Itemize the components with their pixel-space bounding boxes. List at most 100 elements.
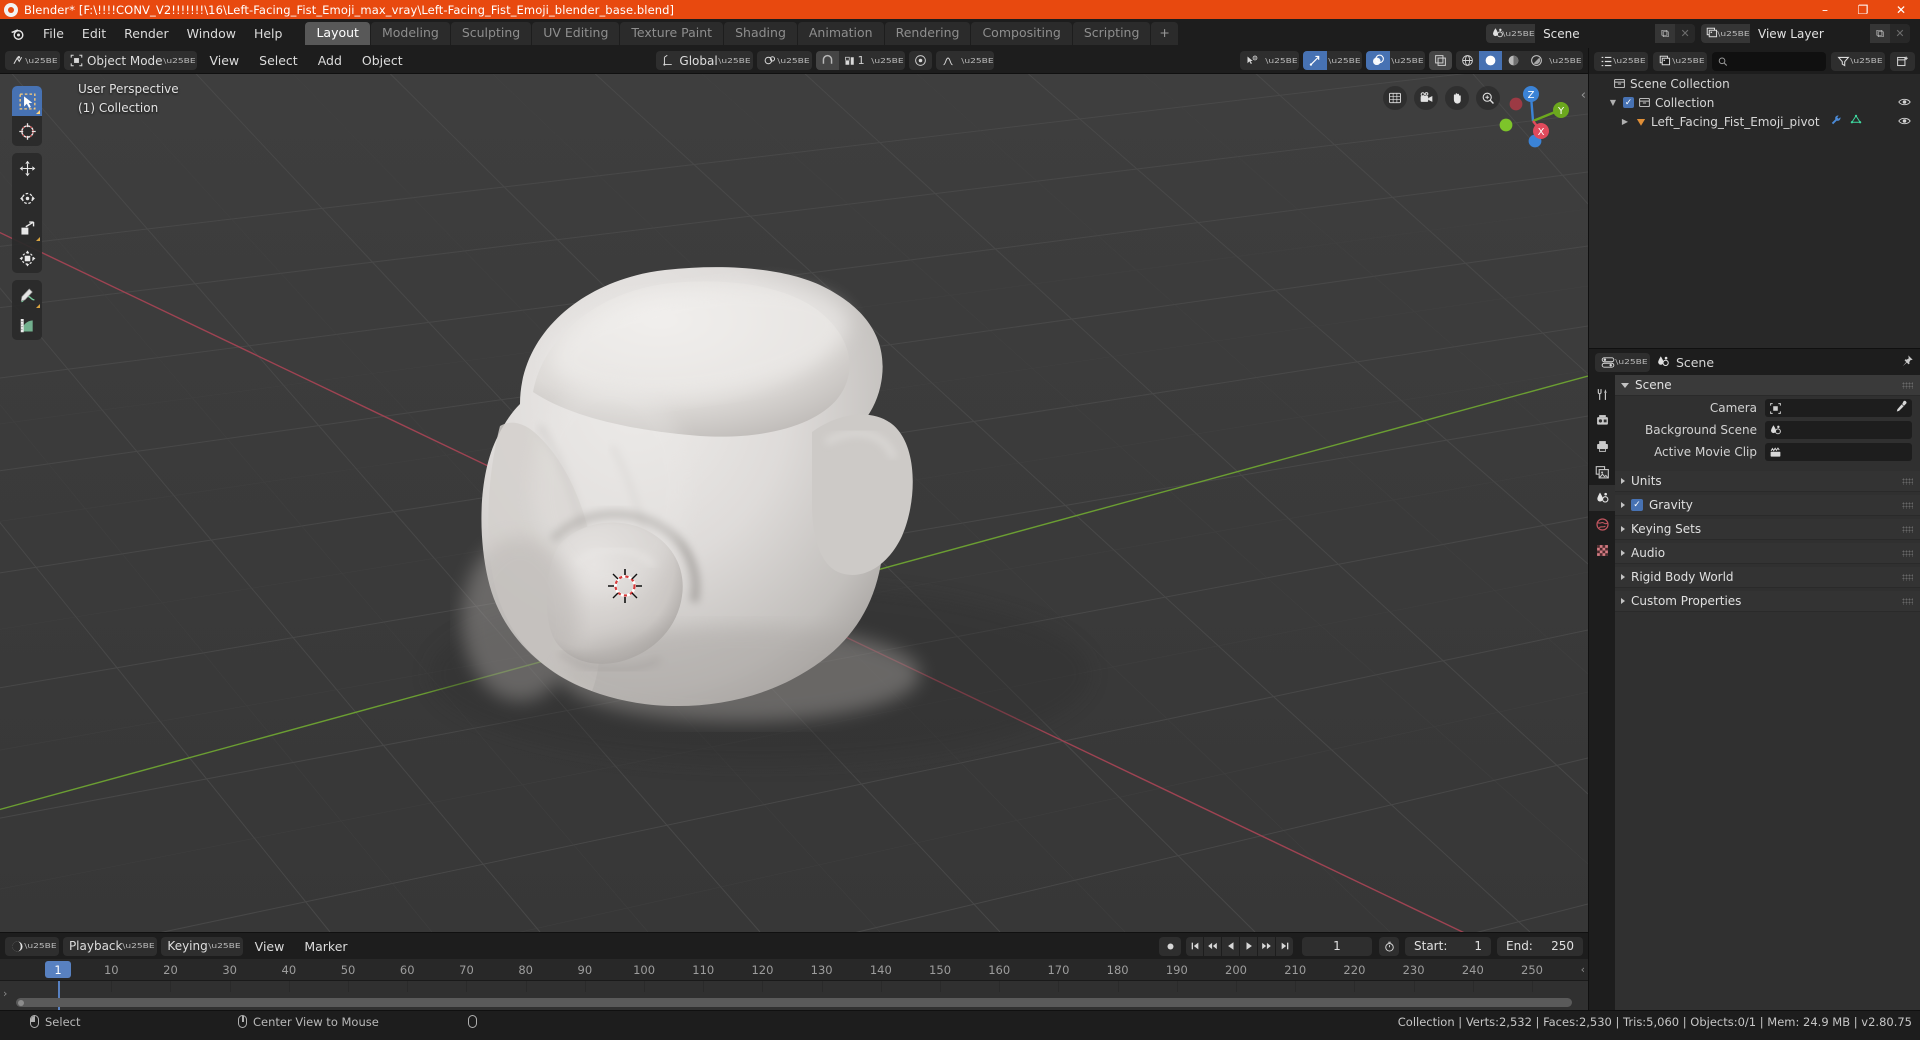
jump-to-start-button[interactable] (1186, 936, 1203, 956)
collection-checkbox[interactable]: ✓ (1623, 97, 1634, 108)
scene-panel-header[interactable]: Scene (1615, 375, 1920, 396)
object-visibility-toggle[interactable] (1898, 115, 1911, 129)
rigid-body-world-section-header[interactable]: Rigid Body World (1615, 567, 1920, 588)
tab-animation[interactable]: Animation (797, 22, 884, 45)
disclosure-triangle-open-icon[interactable]: ▼ (1607, 98, 1619, 107)
viewport-menu-view[interactable]: View (201, 50, 247, 71)
snap-dropdown-button[interactable]: \u25BE (870, 51, 905, 70)
outliner-row-scene-collection[interactable]: Scene Collection (1589, 74, 1920, 93)
viewport-menu-select[interactable]: Select (251, 50, 306, 71)
timeline-left-arrow-icon[interactable]: › (3, 987, 7, 1000)
panel-drag-grip[interactable] (1902, 478, 1913, 485)
show-gizmo-button[interactable] (1303, 51, 1328, 70)
outliner-editor-type-button[interactable]: \u25BE (1594, 51, 1648, 71)
material-preview-button[interactable] (1502, 51, 1525, 70)
timeline-body[interactable]: › ‹ (0, 963, 1588, 1010)
transform-orientation-selector[interactable]: Global \u25BE (656, 51, 753, 70)
jump-to-end-button[interactable] (1276, 936, 1293, 956)
maximize-button[interactable]: ❐ (1844, 0, 1882, 19)
unlink-scene-button[interactable]: ✕ (1675, 24, 1696, 43)
timeline-menu-marker[interactable]: Marker (296, 936, 355, 957)
editor-type-button[interactable]: \u25BE (5, 51, 60, 70)
timeline-right-arrow-icon[interactable]: ‹ (1581, 963, 1585, 976)
jump-to-next-keyframe-button[interactable] (1258, 936, 1275, 956)
close-button[interactable]: ✕ (1882, 0, 1920, 19)
outliner-filter-button[interactable]: \u25BE (1831, 51, 1885, 71)
timeline-editor-type-button[interactable]: \u25BE (5, 936, 59, 956)
scrollbar-handle[interactable] (18, 999, 24, 1006)
frame-start-field[interactable]: Start: 1 (1405, 936, 1491, 956)
collection-visibility-toggle[interactable] (1898, 96, 1911, 110)
pivot-point-selector[interactable]: \u25BE (756, 51, 812, 70)
panel-drag-grip[interactable] (1902, 598, 1913, 605)
background-scene-field[interactable] (1765, 421, 1912, 439)
timeline-menu-playback[interactable]: Playback \u25BE (62, 936, 158, 956)
menu-help[interactable]: Help (245, 23, 292, 44)
tab-texture-paint[interactable]: Texture Paint (620, 22, 724, 45)
outliner-row-object[interactable]: ▶ Left_Facing_Fist_Emoji_pivot (1589, 112, 1920, 131)
menu-edit[interactable]: Edit (73, 23, 115, 44)
rotate-tool[interactable] (12, 183, 42, 213)
scene-icon-button[interactable]: \u25BE (1486, 24, 1536, 43)
gizmo-dropdown-button[interactable]: \u25BE (1327, 51, 1362, 70)
view-layer-tab[interactable] (1589, 459, 1615, 485)
play-button[interactable] (1240, 936, 1257, 956)
sidebar-collapse-arrow-icon[interactable]: ‹ (1581, 88, 1586, 103)
outliner-display-mode-button[interactable]: \u25BE (1652, 51, 1707, 71)
camera-view-icon[interactable] (1414, 86, 1438, 110)
proportional-falloff-button[interactable] (936, 51, 960, 70)
menu-window[interactable]: Window (178, 23, 245, 44)
tool-tab[interactable] (1589, 381, 1615, 407)
blender-menu-icon[interactable] (6, 23, 28, 45)
tab-uv-editing[interactable]: UV Editing (532, 22, 620, 45)
tab-modeling[interactable]: Modeling (370, 22, 450, 45)
pan-view-icon[interactable] (1445, 86, 1469, 110)
menu-file[interactable]: File (34, 23, 73, 44)
panel-drag-grip[interactable] (1902, 550, 1913, 557)
cursor-tool[interactable] (12, 116, 42, 146)
panel-drag-grip[interactable] (1902, 574, 1913, 581)
object-type-visibility-button[interactable] (1240, 51, 1264, 70)
show-overlays-button[interactable] (1366, 51, 1391, 70)
toggle-xray-button[interactable] (1429, 51, 1453, 70)
view-layer-name-field[interactable]: View Layer (1750, 24, 1870, 43)
use-preview-range-button[interactable] (1379, 936, 1399, 956)
texture-tab[interactable] (1589, 537, 1615, 563)
units-section-header[interactable]: Units (1615, 471, 1920, 492)
tab-sculpting[interactable]: Sculpting (450, 22, 532, 45)
add-workspace-button[interactable]: + (1151, 22, 1178, 45)
play-reverse-button[interactable] (1222, 936, 1239, 956)
scene-name-field[interactable]: Scene (1535, 24, 1656, 43)
wireframe-shading-button[interactable] (1456, 51, 1479, 70)
move-tool[interactable] (12, 153, 42, 183)
3d-viewport[interactable]: User Perspective (1) Collection Z Y X ‹ (0, 74, 1588, 932)
interaction-mode-selector[interactable]: Object Mode \u25BE (63, 51, 198, 70)
view-layer-selector[interactable]: \u25BE View Layer ⧉ ✕ (1701, 24, 1910, 43)
camera-perspective-icon[interactable] (1383, 86, 1407, 110)
gravity-checkbox[interactable]: ✓ (1631, 499, 1643, 511)
tab-scripting[interactable]: Scripting (1072, 22, 1151, 45)
new-scene-button[interactable]: ⧉ (1655, 24, 1676, 43)
eyedropper-icon[interactable] (1895, 400, 1908, 416)
new-view-layer-button[interactable]: ⧉ (1870, 24, 1890, 43)
falloff-dropdown-button[interactable]: \u25BE (960, 51, 995, 70)
frame-end-field[interactable]: End: 250 (1497, 936, 1583, 956)
output-tab[interactable] (1589, 433, 1615, 459)
timeline-menu-keying[interactable]: Keying \u25BE (161, 936, 243, 956)
active-movie-clip-field[interactable] (1765, 443, 1912, 461)
view-layer-icon-button[interactable]: \u25BE (1701, 24, 1750, 43)
viewport-menu-object[interactable]: Object (354, 50, 411, 71)
world-tab[interactable] (1589, 511, 1615, 537)
rendered-shading-button[interactable] (1525, 51, 1548, 70)
panel-drag-grip[interactable] (1902, 502, 1913, 509)
remove-view-layer-button[interactable]: ✕ (1890, 24, 1910, 43)
properties-editor-type-button[interactable]: \u25BE (1595, 352, 1650, 372)
jump-to-prev-keyframe-button[interactable] (1204, 936, 1221, 956)
tab-shading[interactable]: Shading (724, 22, 797, 45)
audio-section-header[interactable]: Audio (1615, 543, 1920, 564)
timeline-playhead[interactable]: 1 (45, 961, 71, 978)
minimize-button[interactable]: – (1806, 0, 1844, 19)
tab-compositing[interactable]: Compositing (971, 22, 1072, 45)
keying-sets-section-header[interactable]: Keying Sets (1615, 519, 1920, 540)
panel-drag-grip[interactable] (1902, 526, 1913, 533)
